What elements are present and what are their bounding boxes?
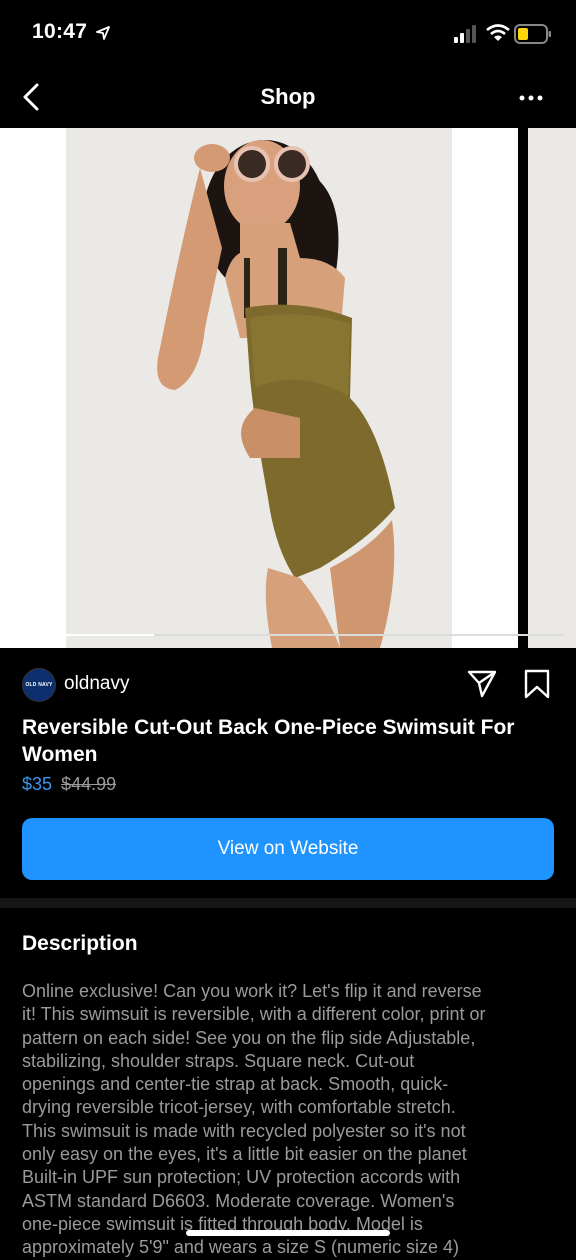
wifi-icon: [486, 24, 510, 41]
page-title: Shop: [260, 84, 316, 109]
sale-price: $35: [22, 774, 53, 794]
status-bar: 10:47: [0, 0, 576, 66]
more-icon[interactable]: [518, 94, 544, 102]
status-time: 10:47: [32, 20, 88, 43]
description-text: Online exclusive! Can you work it? Let's…: [22, 981, 486, 1258]
seller-handle[interactable]: oldnavy: [64, 673, 130, 695]
description-heading: Description: [22, 932, 138, 955]
product-photo: [0, 128, 576, 648]
paper-plane-icon[interactable]: [466, 668, 498, 700]
view-on-website-button[interactable]: View on Website: [22, 818, 554, 880]
cellular-signal-icon: [454, 25, 476, 43]
avatar[interactable]: OLD NAVY: [22, 668, 56, 702]
original-price: $44.99: [61, 774, 117, 794]
home-indicator[interactable]: [186, 1230, 390, 1236]
nav-bar: Shop: [0, 66, 576, 128]
price-row: $35 $44.99: [22, 774, 116, 795]
seller-row: OLD NAVY oldnavy: [22, 666, 562, 702]
bookmark-icon[interactable]: [522, 668, 552, 700]
product-title: Reversible Cut-Out Back One-Piece Swimsu…: [22, 716, 515, 766]
location-arrow-icon: [96, 26, 110, 40]
battery-icon: [514, 24, 551, 44]
product-image-carousel[interactable]: [0, 128, 576, 648]
section-divider: [0, 898, 576, 908]
